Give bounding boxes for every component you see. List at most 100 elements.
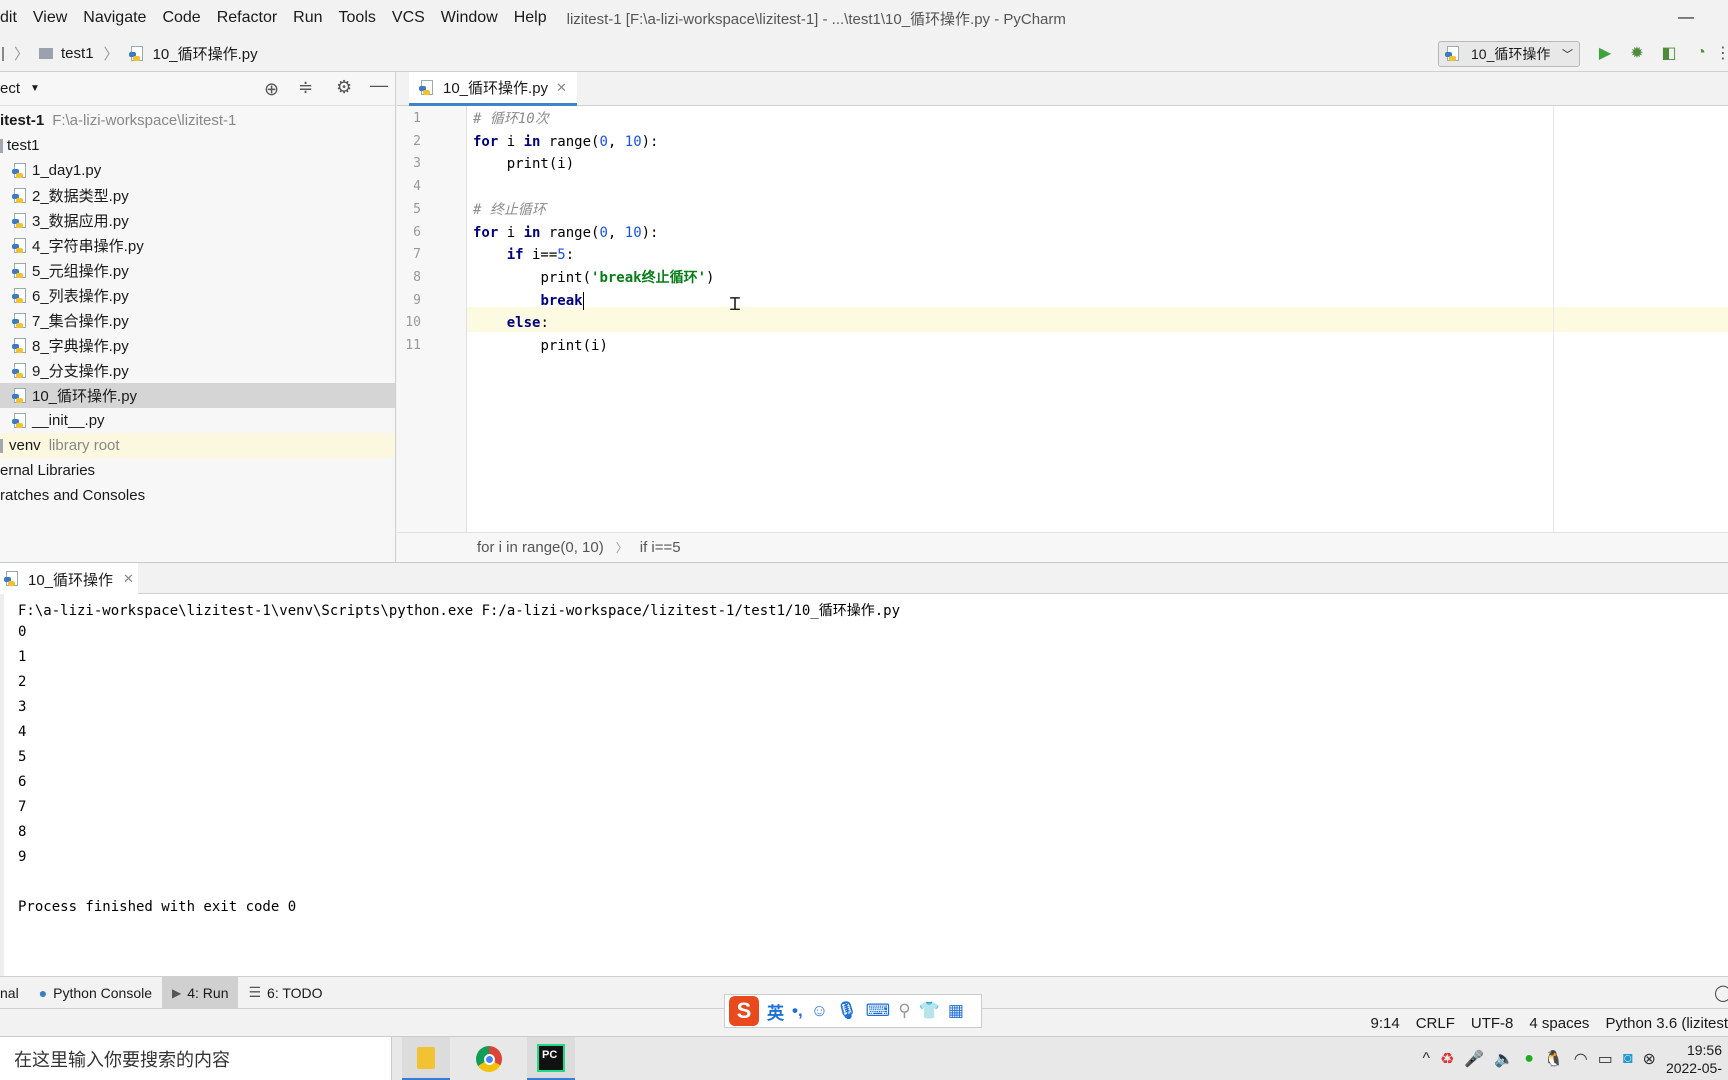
tree-folder-test1[interactable]: test1 bbox=[0, 133, 395, 158]
pycharm-app[interactable]: PC bbox=[527, 1037, 575, 1080]
breadcrumb-if[interactable]: if i==5 bbox=[640, 539, 681, 556]
menu-code[interactable]: Code bbox=[154, 9, 208, 27]
more-icon[interactable]: ⋮ bbox=[1712, 42, 1728, 64]
file-explorer-app[interactable] bbox=[402, 1037, 450, 1080]
menu-navigate[interactable]: Navigate bbox=[75, 9, 154, 27]
volume-icon[interactable]: 🔈 bbox=[1494, 1049, 1514, 1069]
run-tab[interactable]: 10_循环操作 ✕ bbox=[0, 563, 138, 595]
run-icon[interactable]: ▶ bbox=[1594, 42, 1616, 64]
punctuation-icon[interactable]: •, bbox=[792, 1001, 803, 1021]
tab-run[interactable]: ▶ 4: Run bbox=[162, 976, 239, 1009]
project-panel-header: ect ▼ ⊕ ≑ ⚙ — bbox=[0, 72, 395, 106]
tab-terminal[interactable]: nal bbox=[0, 977, 29, 1009]
tree-external-libraries[interactable]: ernal Libraries bbox=[0, 458, 395, 483]
close-icon[interactable]: ✕ bbox=[556, 80, 567, 96]
file-label: 3_数据应用.py bbox=[32, 213, 129, 230]
code-token: i== bbox=[523, 247, 558, 264]
chrome-app[interactable] bbox=[465, 1037, 513, 1080]
caret-position[interactable]: 9:14 bbox=[1371, 1015, 1400, 1032]
folder-icon bbox=[0, 438, 3, 453]
todo-label: 6: TODO bbox=[267, 984, 323, 1001]
python-interpreter[interactable]: Python 3.6 (lizitest bbox=[1605, 1015, 1728, 1032]
file-encoding[interactable]: UTF-8 bbox=[1471, 1015, 1514, 1032]
menu-view[interactable]: View bbox=[25, 9, 75, 27]
menu-vcs[interactable]: VCS bbox=[384, 9, 433, 27]
menu-run[interactable]: Run bbox=[285, 9, 330, 27]
ime-language[interactable]: 英 bbox=[767, 999, 784, 1024]
tree-file[interactable]: __init__.py bbox=[0, 408, 395, 433]
gear-icon[interactable]: ⚙ bbox=[336, 77, 352, 98]
toolbox-icon[interactable]: ⚲ bbox=[898, 1001, 910, 1021]
tree-file[interactable]: 4_字符串操作.py bbox=[0, 233, 395, 258]
indent-setting[interactable]: 4 spaces bbox=[1529, 1015, 1589, 1032]
chevron-down-icon[interactable]: ▼ bbox=[30, 83, 40, 94]
run-console[interactable]: F:\a-lizi-workspace\lizitest-1\venv\Scri… bbox=[0, 594, 1728, 976]
tree-file[interactable]: 1_day1.py bbox=[0, 158, 395, 183]
python-icon: ● bbox=[38, 984, 48, 1001]
menu-window[interactable]: Window bbox=[433, 9, 506, 27]
breadcrumb-file[interactable]: 10_循环操作.py bbox=[153, 43, 258, 64]
code-token: ) bbox=[706, 269, 715, 286]
tab-todo[interactable]: ☰ 6: TODO bbox=[238, 977, 332, 1009]
editor-tab[interactable]: 10_循环操作.py ✕ bbox=[409, 72, 577, 106]
sogou-logo-icon[interactable]: S bbox=[729, 996, 759, 1026]
menu-edit[interactable]: dit bbox=[0, 9, 25, 27]
windows-search-input[interactable]: 在这里输入你要搜索的内容 bbox=[0, 1037, 392, 1080]
qq-icon[interactable]: 🐧 bbox=[1544, 1049, 1564, 1069]
search-icon[interactable]: ◯ bbox=[1714, 983, 1728, 1003]
microphone-icon[interactable]: 🎙 bbox=[836, 1001, 858, 1021]
chevron-up-icon[interactable]: ^ bbox=[1422, 1050, 1430, 1068]
file-label: 10_循环操作.py bbox=[32, 388, 138, 405]
line-separator[interactable]: CRLF bbox=[1416, 1015, 1455, 1032]
hide-panel-icon[interactable]: — bbox=[370, 75, 388, 96]
tree-file[interactable]: 2_数据类型.py bbox=[0, 183, 395, 208]
chrome-icon bbox=[476, 1046, 502, 1072]
app-tray-icon[interactable]: ♻ bbox=[1440, 1049, 1454, 1069]
code-token: # 循环10次 bbox=[473, 111, 549, 127]
battery-icon[interactable]: ▭ bbox=[1598, 1049, 1613, 1069]
menu-tools[interactable]: Tools bbox=[331, 9, 384, 27]
breadcrumb-folder[interactable]: test1 bbox=[61, 45, 94, 62]
tree-file[interactable]: 3_数据应用.py bbox=[0, 208, 395, 233]
skin-icon[interactable]: 👕 bbox=[919, 1001, 940, 1021]
locate-icon[interactable]: ⊕ bbox=[264, 79, 279, 100]
tree-project-root[interactable]: itest-1 F:\a-lizi-workspace\lizitest-1 bbox=[0, 108, 395, 133]
scratches-label: ratches and Consoles bbox=[0, 487, 146, 504]
coverage-icon[interactable]: ◧ bbox=[1658, 42, 1680, 64]
profile-icon[interactable]: ◔ bbox=[1690, 42, 1712, 64]
emoji-icon[interactable]: ☺ bbox=[811, 1001, 828, 1021]
tree-file[interactable]: 5_元组操作.py bbox=[0, 258, 395, 283]
tree-scratches[interactable]: ratches and Consoles bbox=[0, 483, 395, 508]
close-icon[interactable]: ✕ bbox=[123, 571, 134, 587]
tree-file[interactable]: 6_列表操作.py bbox=[0, 283, 395, 308]
tab-python-console[interactable]: ● Python Console bbox=[29, 977, 162, 1009]
keyboard-icon[interactable]: ⌨ bbox=[866, 1001, 891, 1021]
close-circle-icon[interactable]: ⊗ bbox=[1643, 1049, 1656, 1069]
code-token: print(i) bbox=[540, 338, 608, 354]
debug-icon[interactable]: ✹ bbox=[1626, 42, 1648, 64]
clock[interactable]: 19:56 2022-05- bbox=[1666, 1041, 1722, 1077]
tree-file[interactable]: 7_集合操作.py bbox=[0, 308, 395, 333]
tree-file-selected[interactable]: 10_循环操作.py bbox=[0, 383, 395, 408]
tree-file[interactable]: 9_分支操作.py bbox=[0, 358, 395, 383]
grid-icon[interactable]: ▦ bbox=[948, 1001, 964, 1021]
wifi-icon[interactable]: ◠ bbox=[1574, 1049, 1588, 1069]
code-token: # 终止循环 bbox=[473, 201, 546, 218]
wechat-icon[interactable]: ● bbox=[1524, 1050, 1534, 1068]
microphone-icon[interactable]: 🎤 bbox=[1464, 1049, 1484, 1069]
app-tray-icon[interactable]: ◙ bbox=[1623, 1050, 1633, 1068]
project-view-select[interactable]: ect bbox=[0, 80, 20, 97]
project-root-name: itest-1 bbox=[0, 112, 45, 129]
line-number: 8 bbox=[413, 269, 421, 285]
code-line: print(i) bbox=[473, 334, 608, 359]
collapse-all-icon[interactable]: ≑ bbox=[298, 77, 313, 98]
code-token: , bbox=[607, 224, 625, 241]
folder-icon bbox=[417, 1046, 435, 1069]
menu-refactor[interactable]: Refactor bbox=[209, 9, 285, 27]
tree-venv[interactable]: venv library root bbox=[0, 433, 395, 458]
menu-help[interactable]: Help bbox=[506, 9, 555, 27]
run-configuration-select[interactable]: 10_循环操作 ﹀ bbox=[1438, 41, 1580, 67]
tree-file[interactable]: 8_字典操作.py bbox=[0, 333, 395, 358]
minimize-button[interactable]: — bbox=[1674, 6, 1698, 30]
breadcrumb-for[interactable]: for i in range(0, 10) bbox=[477, 539, 604, 556]
